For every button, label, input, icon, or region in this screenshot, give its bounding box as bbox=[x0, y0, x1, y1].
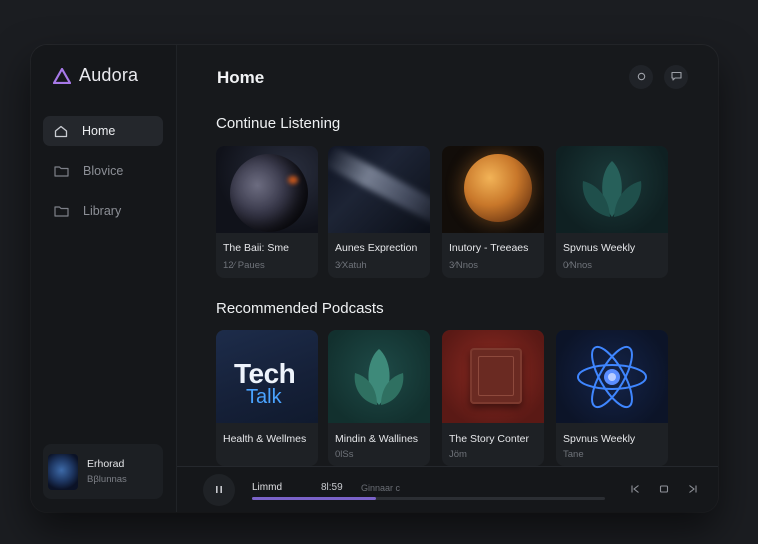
podcast-artwork bbox=[556, 330, 668, 423]
main-content: Home Continue Listening The Baii: Sme 12… bbox=[177, 45, 718, 512]
app-name: Audora bbox=[79, 65, 139, 85]
podcast-card[interactable]: The Baii: Sme 12⁄ Paues bbox=[216, 146, 318, 278]
now-playing-title: Limmd bbox=[252, 482, 283, 493]
brand[interactable]: Audora bbox=[53, 65, 138, 86]
next-button[interactable] bbox=[685, 482, 701, 498]
recommended-podcasts-heading: Recommended Podcasts bbox=[216, 300, 384, 317]
skip-back-icon bbox=[630, 481, 640, 499]
podcast-card[interactable]: Mindin & Wallines 0lSs bbox=[328, 330, 430, 466]
podcast-artwork bbox=[442, 146, 544, 233]
previous-button[interactable] bbox=[627, 482, 643, 498]
mini-player-subtitle: Ββlunnas bbox=[87, 474, 127, 485]
podcast-card[interactable]: Tech Talk Health & Wellmes bbox=[216, 330, 318, 466]
folder-icon bbox=[54, 205, 69, 217]
search-icon bbox=[637, 68, 646, 86]
skip-forward-icon bbox=[688, 481, 698, 499]
artwork-text-talk: Talk bbox=[246, 386, 282, 408]
podcast-card[interactable]: The Story Conter Jöm bbox=[442, 330, 544, 466]
card-subtitle: 12⁄ Paues bbox=[223, 260, 265, 271]
progress-bar[interactable] bbox=[252, 497, 605, 500]
card-title: Inutory - Treeaes bbox=[449, 242, 529, 254]
sidebar-item-library[interactable]: Library bbox=[43, 196, 163, 226]
sidebar: Audora Home Blovice Library Erhorad Ββlu… bbox=[31, 45, 177, 512]
home-icon bbox=[54, 125, 68, 138]
app-window: Audora Home Blovice Library Erhorad Ββlu… bbox=[31, 45, 718, 512]
card-subtitle: Tane bbox=[563, 449, 584, 460]
continue-listening-heading: Continue Listening bbox=[216, 115, 341, 132]
pause-icon bbox=[214, 481, 224, 499]
sidebar-item-label: Blovice bbox=[83, 164, 124, 178]
now-playing-subtitle: Ginnaar c bbox=[361, 483, 401, 493]
recommended-podcasts-row: Tech Talk Health & Wellmes Mindin & Wall… bbox=[216, 330, 668, 466]
podcast-card[interactable]: Aunes Exprection 3⁄Xatuh bbox=[328, 146, 430, 278]
podcast-card[interactable]: Spvnus Weekly 0⁄Nnos bbox=[556, 146, 668, 278]
playback-time: 8l:59 bbox=[321, 482, 343, 493]
sidebar-nav: Home Blovice Library bbox=[43, 116, 163, 236]
stop-icon bbox=[659, 481, 669, 499]
search-button[interactable] bbox=[629, 65, 653, 89]
stop-button[interactable] bbox=[656, 482, 672, 498]
card-title: Spvnus Weekly bbox=[563, 242, 636, 254]
messages-button[interactable] bbox=[664, 65, 688, 89]
card-subtitle: 3⁄Xatuh bbox=[335, 260, 367, 271]
card-title: Health & Wellmes bbox=[223, 433, 307, 445]
card-subtitle: 3⁄Nnos bbox=[449, 260, 479, 271]
card-subtitle: 0⁄Nnos bbox=[563, 260, 593, 271]
audora-logo-icon bbox=[53, 67, 71, 84]
card-title: The Baii: Sme bbox=[223, 242, 289, 254]
podcast-card[interactable]: Inutory - Treeaes 3⁄Nnos bbox=[442, 146, 544, 278]
card-title: Mindin & Wallines bbox=[335, 433, 419, 445]
card-subtitle: 0lSs bbox=[335, 449, 354, 460]
mini-player-title: Erhorad bbox=[87, 458, 125, 470]
book-icon bbox=[470, 348, 522, 404]
folder-icon bbox=[54, 165, 69, 177]
play-pause-button[interactable] bbox=[203, 474, 235, 506]
message-icon bbox=[670, 68, 682, 86]
card-title: Spvnus Weekly bbox=[563, 433, 636, 445]
sidebar-item-home[interactable]: Home bbox=[43, 116, 163, 146]
podcast-artwork bbox=[328, 330, 430, 423]
sidebar-item-label: Home bbox=[82, 124, 116, 138]
continue-listening-row: The Baii: Sme 12⁄ Paues Aunes Exprection… bbox=[216, 146, 668, 278]
page-title: Home bbox=[217, 68, 265, 87]
podcast-artwork bbox=[328, 146, 430, 233]
mini-player[interactable]: Erhorad Ββlunnas bbox=[43, 444, 163, 499]
progress-fill bbox=[252, 497, 376, 500]
podcast-artwork bbox=[216, 146, 318, 233]
sidebar-item-blovice[interactable]: Blovice bbox=[43, 156, 163, 186]
podcast-card[interactable]: Spvnus Weekly Tane bbox=[556, 330, 668, 466]
card-title: Aunes Exprection bbox=[335, 242, 418, 254]
card-title: The Story Conter bbox=[449, 433, 529, 445]
player-bar: Limmd 8l:59 Ginnaar c bbox=[177, 466, 718, 512]
mini-player-artwork bbox=[48, 453, 78, 490]
podcast-artwork: Tech Talk bbox=[216, 330, 318, 423]
atom-icon bbox=[577, 345, 647, 408]
sidebar-item-label: Library bbox=[83, 204, 122, 218]
podcast-artwork bbox=[442, 330, 544, 423]
podcast-artwork bbox=[556, 146, 668, 233]
card-subtitle: Jöm bbox=[449, 449, 467, 460]
